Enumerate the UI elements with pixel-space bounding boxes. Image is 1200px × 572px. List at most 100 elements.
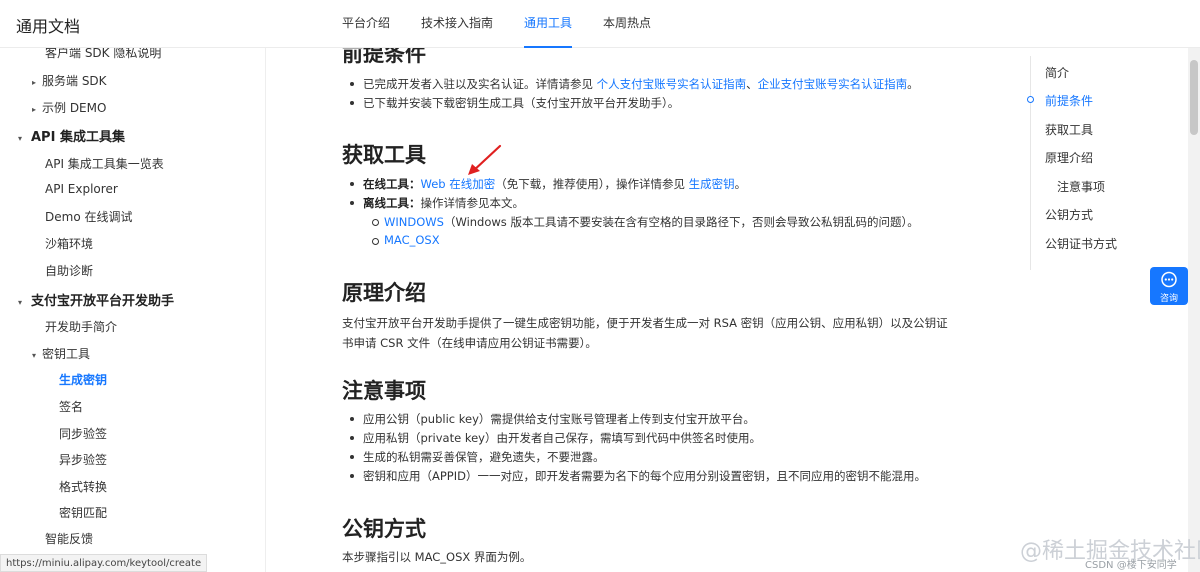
section-title-notes: 注意事项 <box>342 379 426 403</box>
sidebar-item-api-tools-list[interactable]: API 集成工具集一览表 <box>45 155 164 172</box>
sidebar: 客户端 SDK 隐私说明 ▸ 服务端 SDK ▸ 示例 DEMO ▾ API 集成工具… <box>0 48 266 572</box>
caret-down-icon: ▾ <box>18 134 23 143</box>
caret-right-icon: ▸ <box>32 78 37 87</box>
sidebar-item-label: 生成密钥 <box>59 373 108 387</box>
sidebar-item-label: 开发助手简介 <box>45 320 118 334</box>
link-mac-osx[interactable]: MAC_OSX <box>384 233 440 247</box>
sidebar-item-generate-key[interactable]: 生成密钥 <box>59 371 107 388</box>
text: 。 <box>734 177 747 191</box>
sidebar-item-key-match[interactable]: 密钥匹配 <box>59 504 107 521</box>
sidebar-item-format-convert[interactable]: 格式转换 <box>59 478 107 495</box>
link-personal-verify-guide[interactable]: 个人支付宝账号实名认证指南 <box>597 77 747 91</box>
toc-item-pubkey-cert[interactable]: 公钥证书方式 <box>1045 235 1117 252</box>
sidebar-item-sign[interactable]: 签名 <box>59 398 83 415</box>
text: （Windows 版本工具请不要安装在含有空格的目录路径下，否则会导致公私钥乱码… <box>443 215 919 229</box>
sidebar-item-label: 格式转换 <box>59 480 108 494</box>
toc-item-principle[interactable]: 原理介绍 <box>1045 149 1093 166</box>
sidebar-item-key-tools[interactable]: ▾ 密钥工具 <box>32 345 90 362</box>
link-enterprise-verify-guide[interactable]: 企业支付宝账号实名认证指南 <box>758 77 908 91</box>
sidebar-item-label: 沙箱环境 <box>45 237 94 251</box>
sidebar-item-label: 同步验签 <box>59 427 108 441</box>
sidebar-item-async-verify[interactable]: 异步验签 <box>59 451 107 468</box>
text: 支付宝开放平台开发助手提供了一键生成密钥功能，便于开发者生成一对 RSA 密钥（… <box>342 316 948 330</box>
sidebar-item-sandbox[interactable]: 沙箱环境 <box>45 235 93 252</box>
sidebar-item-label: 支付宝开放平台开发助手 <box>31 294 175 309</box>
note-bullet-3: 生成的私钥需妥善保管，避免遗失，不要泄露。 <box>350 449 605 465</box>
toc-item-get-tool[interactable]: 获取工具 <box>1045 121 1093 138</box>
link-windows[interactable]: WINDOWS <box>384 215 444 229</box>
toc-item-intro[interactable]: 简介 <box>1045 64 1069 81</box>
sidebar-item-server-sdk[interactable]: ▸ 服务端 SDK <box>32 72 107 89</box>
label: 离线工具： <box>363 196 421 210</box>
sidebar-item-label: API Explorer <box>45 182 118 196</box>
link-generate-key[interactable]: 生成密钥 <box>689 177 735 191</box>
consult-button[interactable]: 咨询 <box>1150 267 1188 305</box>
text: 操作详情参见本文。 <box>420 196 525 210</box>
section-title-get-tool: 获取工具 <box>342 143 426 167</box>
sidebar-item-demo[interactable]: ▸ 示例 DEMO <box>32 99 106 116</box>
text: 、 <box>746 77 758 91</box>
red-arrow-annotation <box>468 144 502 175</box>
nav-general-tools[interactable]: 通用工具 <box>524 0 573 48</box>
sidebar-group-api-tools[interactable]: ▾ API 集成工具集 <box>18 126 125 145</box>
nav-tech-guide[interactable]: 技术接入指南 <box>421 0 493 48</box>
sidebar-item-label: 自助诊断 <box>45 264 94 278</box>
sidebar-item-demo-debug[interactable]: Demo 在线调试 <box>45 208 132 225</box>
consult-label: 咨询 <box>1159 294 1178 304</box>
section-title-pubkey: 公钥方式 <box>342 517 426 541</box>
sidebar-item-label: 智能反馈 <box>45 532 94 546</box>
sidebar-item-label: API 集成工具集 <box>31 130 125 145</box>
get-tool-offline: 离线工具：操作详情参见本文。 <box>350 195 525 211</box>
nav-weekly-hot[interactable]: 本周热点 <box>603 0 651 48</box>
label: 在线工具： <box>363 177 421 191</box>
pubkey-paragraph: 本步骤指引以 MAC_OSX 界面为例。 <box>342 549 531 565</box>
toc-active-indicator-icon <box>1027 96 1034 103</box>
status-bar-url: https://miniu.alipay.com/keytool/create <box>0 554 208 572</box>
sidebar-item-label: 签名 <box>59 400 84 414</box>
sidebar-item-label: 服务端 SDK <box>42 74 107 88</box>
link-web-online-encrypt[interactable]: Web 在线加密 <box>421 177 496 191</box>
sidebar-item-api-explorer[interactable]: API Explorer <box>45 182 118 196</box>
nav-platform-intro[interactable]: 平台介绍 <box>342 0 390 48</box>
sidebar-item-assistant-intro[interactable]: 开发助手简介 <box>45 318 117 335</box>
note-bullet-4: 密钥和应用（APPID）一一对应，即开发者需要为名下的每个应用分别设置密钥，且不… <box>350 468 926 484</box>
text: 应用公钥（public key）需提供给支付宝账号管理者上传到支付宝开放平台。 <box>363 412 755 426</box>
section-title-principle: 原理介绍 <box>342 281 426 305</box>
sidebar-item-sync-verify[interactable]: 同步验签 <box>59 425 107 442</box>
brand-title[interactable]: 通用文档 <box>16 13 80 37</box>
sidebar-item-label: 示例 DEMO <box>42 101 107 115</box>
sidebar-item-client-sdk-privacy[interactable]: 客户端 SDK 隐私说明 <box>45 48 161 61</box>
table-of-contents: 简介 前提条件 获取工具 原理介绍 注意事项 公钥方式 公钥证书方式 <box>1027 56 1150 270</box>
top-nav: 平台介绍 技术接入指南 通用工具 本周热点 <box>342 0 682 48</box>
top-bar: 通用文档 平台介绍 技术接入指南 通用工具 本周热点 <box>0 0 1200 48</box>
chat-bubble-icon <box>1161 271 1177 288</box>
note-bullet-2: 应用私钥（private key）由开发者自己保存，需填写到代码中供签名时使用。 <box>350 430 761 446</box>
prereq-bullet-1: 已完成开发者入驻以及实名认证。详情请参见 个人支付宝账号实名认证指南、企业支付宝… <box>350 76 919 92</box>
caret-right-icon: ▸ <box>32 105 37 114</box>
toc-item-notes[interactable]: 注意事项 <box>1057 178 1105 195</box>
toc-item-pubkey[interactable]: 公钥方式 <box>1045 206 1093 223</box>
sidebar-item-self-diagnosis[interactable]: 自助诊断 <box>45 262 93 279</box>
sidebar-item-label: API 集成工具集一览表 <box>45 157 164 171</box>
sidebar-item-label: 密钥工具 <box>42 347 91 361</box>
toc-item-prereq[interactable]: 前提条件 <box>1045 92 1093 109</box>
get-tool-online: 在线工具：Web 在线加密（免下载，推荐使用），操作详情参见 生成密钥。 <box>349 176 747 192</box>
watermark-csdn: CSDN @楼下安同学 <box>1085 560 1177 571</box>
text: 已下载并安装下载密钥生成工具（支付宝开放平台开发助手）。 <box>363 96 680 110</box>
text: 生成的私钥需妥善保管，避免遗失，不要泄露。 <box>363 450 605 464</box>
sidebar-item-label: 客户端 SDK 隐私说明 <box>45 48 162 60</box>
sidebar-item-smart-feedback[interactable]: 智能反馈 <box>45 530 93 547</box>
sidebar-group-dev-assistant[interactable]: ▾ 支付宝开放平台开发助手 <box>18 290 174 309</box>
sidebar-item-label: 密钥匹配 <box>59 506 108 520</box>
caret-down-icon: ▾ <box>18 298 23 307</box>
page-scrollbar[interactable] <box>1188 48 1200 572</box>
offline-windows: WINDOWS（Windows 版本工具请不要安装在含有空格的目录路径下，否则会… <box>372 214 919 230</box>
caret-down-icon: ▾ <box>32 351 37 360</box>
sidebar-item-label: Demo 在线调试 <box>45 210 133 224</box>
text: 。 <box>907 77 919 91</box>
text: 本步骤指引以 MAC_OSX 界面为例。 <box>342 550 532 564</box>
text: 书申请 CSR 文件（在线申请应用公钥证书需要）。 <box>342 336 597 350</box>
scrollbar-thumb[interactable] <box>1190 60 1198 135</box>
text: 应用私钥（private key）由开发者自己保存，需填写到代码中供签名时使用。 <box>363 431 761 445</box>
offline-mac: MAC_OSX <box>372 233 440 247</box>
